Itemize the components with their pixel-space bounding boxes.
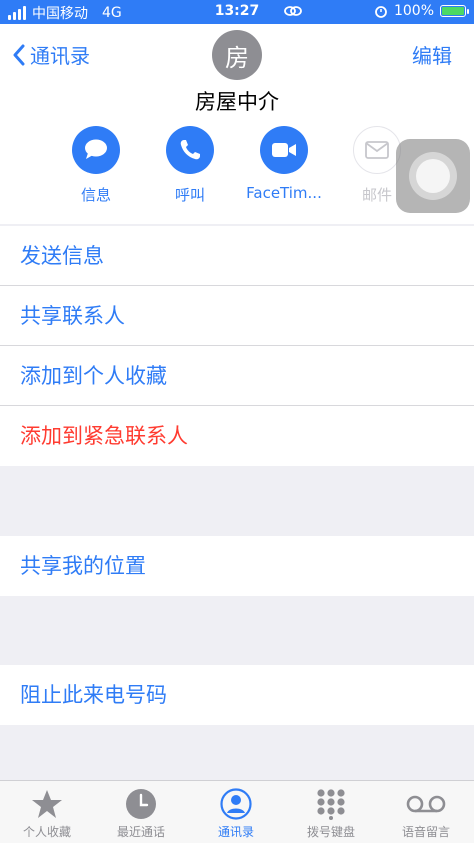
- contact-options-group: 发送信息 共享联系人 添加到个人收藏 添加到紧急联系人: [0, 226, 474, 466]
- block-caller-option[interactable]: 阻止此来电号码: [0, 665, 474, 725]
- contacts-icon: [189, 787, 283, 821]
- add-emergency-contact-option[interactable]: 添加到紧急联系人: [0, 406, 474, 466]
- chevron-left-icon: [13, 44, 25, 65]
- facetime-label: FaceTim...: [246, 184, 322, 202]
- battery-percent: 100%: [393, 3, 434, 19]
- tab-favorites-label: 个人收藏: [22, 825, 71, 839]
- add-favorite-option[interactable]: 添加到个人收藏: [0, 346, 474, 406]
- tab-contacts-label: 通讯录: [217, 825, 254, 839]
- back-label: 通讯录: [30, 44, 90, 68]
- message-action[interactable]: 信息: [49, 126, 143, 205]
- share-contact-option[interactable]: 共享联系人: [0, 286, 474, 346]
- location-group: 共享我的位置: [0, 536, 474, 596]
- tab-favorites[interactable]: 个人收藏: [0, 787, 94, 840]
- keypad-icon: [284, 787, 378, 821]
- mail-icon: [353, 126, 401, 174]
- send-message-option[interactable]: 发送信息: [0, 226, 474, 286]
- phone-icon: [166, 126, 214, 174]
- call-action[interactable]: 呼叫: [143, 126, 237, 205]
- voicemail-icon: [379, 787, 473, 821]
- avatar: 房: [212, 30, 262, 80]
- tab-keypad[interactable]: 拨号键盘: [284, 787, 378, 840]
- call-label: 呼叫: [174, 186, 205, 204]
- tab-recents[interactable]: 最近通话: [94, 787, 188, 840]
- clock-icon: [94, 787, 188, 821]
- tab-bar: 个人收藏 最近通话 通讯录 拨号键盘 语音留言: [0, 780, 474, 843]
- message-icon: [72, 126, 120, 174]
- block-group: 阻止此来电号码: [0, 665, 474, 725]
- tab-contacts[interactable]: 通讯录: [189, 787, 283, 840]
- battery-icon: [440, 5, 469, 17]
- edit-button[interactable]: 编辑: [412, 40, 452, 69]
- facetime-action[interactable]: FaceTim...: [237, 126, 331, 202]
- share-location-option[interactable]: 共享我的位置: [0, 536, 474, 596]
- tab-voicemail[interactable]: 语音留言: [379, 787, 473, 840]
- alarm-icon: [375, 6, 387, 18]
- message-label: 信息: [80, 186, 111, 204]
- link-icon: [284, 6, 302, 16]
- tab-recents-label: 最近通话: [116, 825, 165, 839]
- tab-keypad-label: 拨号键盘: [306, 825, 355, 839]
- star-icon: [0, 787, 94, 821]
- back-button[interactable]: 通讯录: [12, 40, 90, 69]
- status-bar: 中国移动 4G 13:27 100%: [0, 0, 474, 24]
- video-icon: [260, 126, 308, 174]
- contact-name: 房屋中介: [195, 90, 279, 114]
- tab-voicemail-label: 语音留言: [401, 825, 450, 839]
- assistive-touch-button[interactable]: [396, 139, 470, 213]
